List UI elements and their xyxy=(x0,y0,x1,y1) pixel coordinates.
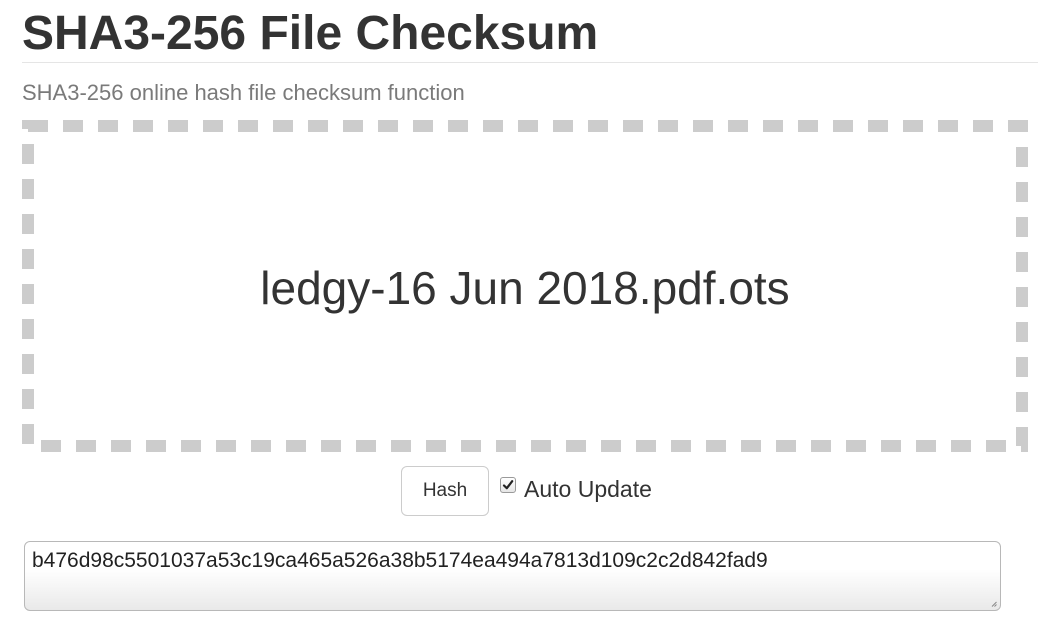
hash-button[interactable]: Hash xyxy=(401,466,489,516)
resize-grip-icon[interactable] xyxy=(991,601,997,607)
checkmark-icon xyxy=(502,480,514,490)
page-subtitle: SHA3-256 online hash file checksum funct… xyxy=(22,80,465,105)
file-dropzone[interactable]: ledgy-16 Jun 2018.pdf.ots xyxy=(22,120,1028,452)
checksum-value: b476d98c5501037a53c19ca465a526a38b5174ea… xyxy=(32,549,768,572)
title-divider xyxy=(22,62,1038,63)
page: SHA3-256 File Checksum SHA3-256 online h… xyxy=(0,0,1052,638)
auto-update-checkbox[interactable] xyxy=(500,477,516,493)
selected-file-name: ledgy-16 Jun 2018.pdf.ots xyxy=(260,262,790,314)
page-title: SHA3-256 File Checksum xyxy=(22,7,599,60)
auto-update-label: Auto Update xyxy=(524,476,652,502)
checksum-output-textarea[interactable]: b476d98c5501037a53c19ca465a526a38b5174ea… xyxy=(24,541,1001,611)
